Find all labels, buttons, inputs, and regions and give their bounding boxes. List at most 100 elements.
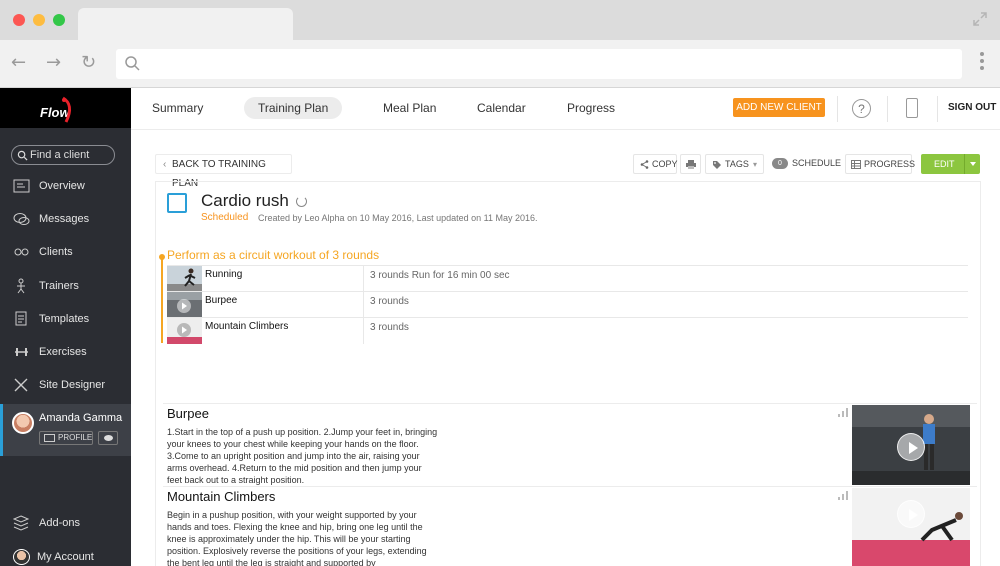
training-plan-card: Cardio rush Scheduled Created by Leo Alp… (155, 181, 981, 566)
sidebar-item-exercises[interactable]: Exercises (0, 337, 131, 367)
search-icon (125, 56, 140, 71)
user-name: Amanda Gamma (39, 412, 123, 424)
clients-icon (14, 248, 29, 256)
description-title: Burpee (167, 406, 209, 421)
sidebar-item-overview[interactable]: Overview (0, 171, 131, 201)
tab-summary[interactable]: Summary (152, 101, 203, 115)
avatar (12, 412, 34, 434)
circuit-title: Perform as a circuit workout of 3 rounds (167, 248, 380, 262)
chevron-left-icon: ‹ (163, 159, 167, 170)
logo[interactable]: Flow (0, 88, 131, 128)
current-user[interactable]: Amanda Gamma PROFILE (0, 404, 131, 456)
add-new-client-button[interactable]: ADD NEW CLIENT (733, 98, 825, 117)
description-text: 1.Start in the top of a push up position… (167, 427, 438, 485)
divider (837, 96, 838, 122)
divider (937, 96, 938, 122)
back-arrow-icon[interactable]: ← (11, 52, 26, 73)
description-text: Begin in a pushup position, with your we… (167, 510, 427, 566)
play-icon[interactable] (897, 433, 925, 461)
tab-calendar[interactable]: Calendar (477, 101, 526, 115)
profile-button[interactable]: PROFILE (39, 431, 93, 445)
exercise-row-burpee[interactable]: Burpee 3 rounds (167, 291, 968, 318)
difficulty-bars-icon (838, 491, 848, 500)
maximize-window-icon[interactable] (53, 14, 65, 26)
table-icon (851, 160, 861, 169)
sidebar-item-label: Overview (39, 180, 85, 192)
circuit-line (161, 255, 163, 343)
sidebar-item-clients[interactable]: Clients (0, 237, 131, 267)
browser-tab[interactable] (78, 8, 293, 40)
sidebar-item-label: Exercises (39, 346, 87, 358)
sidebar-item-label: Add-ons (39, 517, 80, 529)
sidebar-item-label: Clients (39, 246, 73, 258)
sidebar-item-label: My Account (37, 551, 94, 563)
exercise-video[interactable] (852, 405, 970, 485)
exercise-name: Burpee (205, 295, 238, 306)
copy-label: COPY (652, 159, 678, 169)
sidebar-item-label: Messages (39, 213, 90, 225)
exercise-video[interactable] (852, 488, 970, 566)
sidebar-item-my-account[interactable]: My Account (0, 542, 131, 566)
exercise-description-mountain-climbers: Mountain Climbers Begin in a pushup posi… (163, 486, 977, 566)
fullscreen-icon[interactable] (972, 11, 988, 27)
complete-checkbox[interactable] (167, 193, 187, 213)
tab-meal-plan[interactable]: Meal Plan (383, 101, 436, 115)
schedule-button[interactable]: 0 SCHEDULE (768, 154, 841, 174)
tab-training-plan[interactable]: Training Plan (244, 97, 343, 119)
browser-menu-icon[interactable] (980, 52, 984, 72)
plan-meta: Created by Leo Alpha on 10 May 2016, Las… (258, 213, 538, 223)
addons-icon (13, 515, 30, 531)
exercise-row-running[interactable]: Running 3 rounds Run for 16 min 00 sec (167, 265, 968, 292)
edit-dropdown-caret-icon[interactable] (964, 154, 980, 174)
play-icon[interactable] (897, 500, 925, 528)
progress-label: PROGRESS (864, 159, 916, 169)
tab-progress[interactable]: Progress (567, 101, 615, 115)
share-icon (640, 160, 649, 169)
repeat-icon (296, 196, 307, 207)
close-window-icon[interactable] (13, 14, 25, 26)
sidebar-item-trainers[interactable]: Trainers (0, 271, 131, 301)
sidebar-item-label: Site Designer (39, 379, 106, 391)
exercise-thumbnail (167, 266, 202, 292)
find-client-placeholder: Find a client (30, 149, 90, 161)
divider (363, 266, 364, 292)
forward-arrow-icon[interactable]: → (46, 52, 61, 73)
chat-button[interactable] (98, 431, 118, 445)
search-icon (17, 150, 28, 161)
mobile-preview-icon[interactable] (906, 98, 918, 118)
exercise-row-mountain-climbers[interactable]: Mountain Climbers 3 rounds (167, 317, 968, 344)
copy-button[interactable]: COPY (633, 154, 678, 174)
chevron-down-icon: ▾ (752, 160, 757, 169)
divider (887, 96, 888, 122)
schedule-label: SCHEDULE (792, 158, 842, 168)
tags-dropdown[interactable]: TAGS ▾ (705, 154, 764, 174)
exercise-name: Mountain Climbers (205, 321, 289, 332)
sidebar-item-addons[interactable]: Add-ons (0, 508, 131, 538)
exercise-description-burpee: Burpee 1.Start in the top of a push up p… (163, 403, 977, 486)
back-to-training-plan-button[interactable]: ‹ BACK TO TRAINING PLAN (155, 154, 292, 189)
sidebar: Flow Find a client Overview Messages Cli… (0, 88, 131, 566)
help-icon[interactable]: ? (852, 99, 871, 118)
tag-icon (713, 161, 721, 169)
overview-icon (13, 179, 30, 193)
status-badge: Scheduled (201, 212, 249, 223)
sidebar-item-site-designer[interactable]: Site Designer (0, 370, 131, 400)
address-bar[interactable] (116, 49, 962, 79)
print-button[interactable] (680, 154, 701, 174)
sign-out-link[interactable]: SIGN OUT (948, 102, 996, 113)
divider (363, 292, 364, 318)
find-client-input[interactable]: Find a client (11, 145, 115, 165)
sidebar-item-messages[interactable]: Messages (0, 204, 131, 234)
edit-button[interactable]: EDIT (921, 154, 980, 174)
reload-icon[interactable]: ↻ (81, 52, 96, 73)
minimize-window-icon[interactable] (33, 14, 45, 26)
top-navigation: Summary Training Plan Meal Plan Calendar… (131, 88, 1000, 130)
tags-label: TAGS (725, 159, 749, 169)
progress-button[interactable]: PROGRESS (845, 154, 916, 174)
description-title: Mountain Climbers (167, 489, 276, 504)
exercise-thumbnail (167, 318, 202, 344)
browser-titlebar (0, 0, 1000, 40)
browser-toolbar: ← → ↻ (0, 40, 1000, 88)
sidebar-item-templates[interactable]: Templates (0, 304, 131, 334)
schedule-count-badge: 0 (772, 158, 788, 169)
